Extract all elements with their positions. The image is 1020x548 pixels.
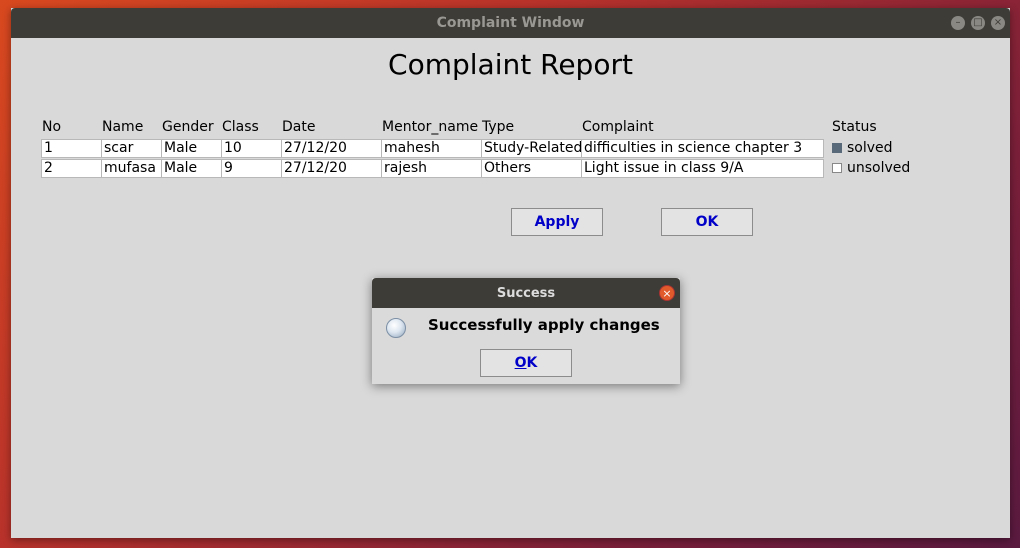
cell-mentor[interactable]: rajesh: [381, 159, 482, 178]
complaint-window: Complaint Window – □ × Complaint Report …: [11, 8, 1010, 538]
dialog-ok-button[interactable]: OK: [480, 349, 572, 377]
col-header-date: Date: [282, 119, 316, 135]
col-header-class: Class: [222, 119, 259, 135]
status-checkbox-solved[interactable]: solved: [832, 139, 893, 158]
cell-date[interactable]: 27/12/20: [281, 159, 382, 178]
cell-no[interactable]: 2: [41, 159, 102, 178]
dialog-message: Successfully apply changes: [428, 316, 660, 334]
col-header-no: No: [42, 119, 62, 135]
cell-date[interactable]: 27/12/20: [281, 139, 382, 158]
cell-mentor[interactable]: mahesh: [381, 139, 482, 158]
cell-no[interactable]: 1: [41, 139, 102, 158]
status-label: solved: [847, 140, 893, 156]
minimize-icon[interactable]: –: [951, 16, 965, 30]
cell-complaint[interactable]: difficulties in science chapter 3: [581, 139, 824, 158]
col-header-mentor: Mentor_name: [382, 119, 479, 135]
dialog-ok-mnemonic: O: [514, 355, 527, 371]
checkbox-unchecked-icon[interactable]: [832, 163, 842, 173]
cell-class[interactable]: 10: [221, 139, 282, 158]
ok-button[interactable]: OK: [661, 208, 753, 236]
window-title: Complaint Window: [436, 15, 585, 31]
cell-type[interactable]: Others: [481, 159, 582, 178]
col-header-complaint: Complaint: [582, 119, 654, 135]
cell-gender[interactable]: Male: [161, 139, 222, 158]
cell-name[interactable]: scar: [101, 139, 162, 158]
dialog-close-icon[interactable]: ×: [659, 285, 675, 301]
window-titlebar[interactable]: Complaint Window – □ ×: [11, 8, 1010, 38]
col-header-type: Type: [482, 119, 515, 135]
dialog-titlebar[interactable]: Success ×: [372, 278, 680, 308]
apply-button[interactable]: Apply: [511, 208, 603, 236]
close-icon[interactable]: ×: [991, 16, 1005, 30]
maximize-icon[interactable]: □: [971, 16, 985, 30]
col-header-name: Name: [102, 119, 144, 135]
success-dialog: Success × Successfully apply changes OK: [372, 278, 680, 384]
checkbox-checked-icon[interactable]: [832, 143, 842, 153]
cell-class[interactable]: 9: [221, 159, 282, 178]
cell-complaint[interactable]: Light issue in class 9/A: [581, 159, 824, 178]
cell-type[interactable]: Study-Related: [481, 139, 582, 158]
status-label: unsolved: [847, 160, 911, 176]
page-title: Complaint Report: [388, 48, 633, 81]
status-checkbox-unsolved[interactable]: unsolved: [832, 159, 910, 178]
cell-gender[interactable]: Male: [161, 159, 222, 178]
dialog-ok-rest: K: [526, 355, 538, 371]
col-header-status: Status: [832, 119, 877, 135]
col-header-gender: Gender: [162, 119, 214, 135]
info-icon: [386, 318, 406, 338]
dialog-title: Success: [496, 286, 556, 301]
cell-name[interactable]: mufasa: [101, 159, 162, 178]
